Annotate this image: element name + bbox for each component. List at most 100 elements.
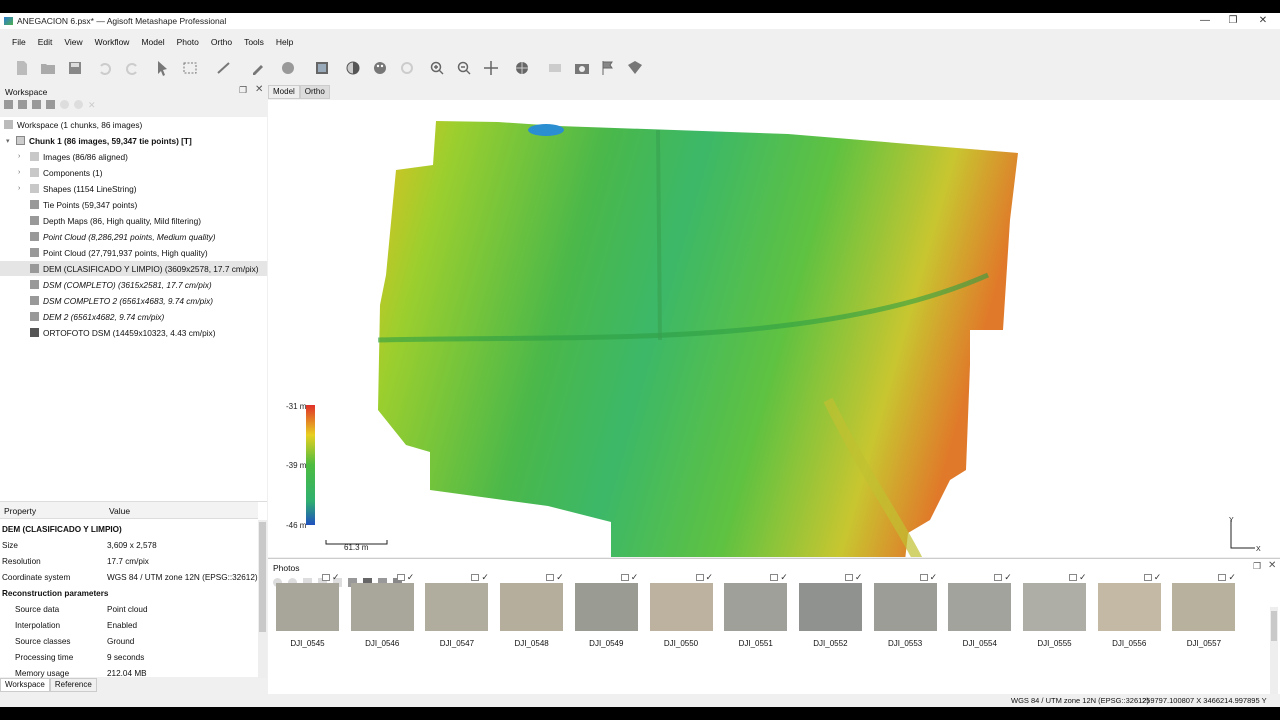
contrast-icon[interactable] [343,58,363,78]
shape-icon[interactable] [312,58,332,78]
menu-help[interactable]: Help [276,37,293,47]
photo-thumbnail[interactable]: ✓ DJI_0550 [649,572,713,648]
properties-scrollbar[interactable] [258,520,267,678]
photos-scrollbar[interactable] [1270,607,1278,707]
tree-item[interactable]: Tie Points (59,347 points) [0,197,267,212]
add-chunk-icon[interactable] [4,100,13,109]
tab-reference[interactable]: Reference [49,678,97,692]
photo-thumbnail[interactable]: ✓ DJI_0551 [724,572,788,648]
ortho-viewport[interactable]: -31 m -39 m -46 m 61.3 m Y X [268,100,1280,557]
draw-icon[interactable] [248,58,268,78]
collapse-chunk-icon[interactable]: ▾ [6,137,10,145]
close-photos-icon[interactable]: ✕ [1268,560,1276,571]
tree-item[interactable]: DEM 2 (6561x4682, 9.74 cm/pix) [0,309,267,324]
tree-item[interactable]: Point Cloud (8,286,291 points, Medium qu… [0,229,267,244]
photo-thumbnail[interactable]: ✓ DJI_0554 [948,572,1012,648]
map-icon[interactable] [625,58,645,78]
photo-checkbox-icon[interactable] [1069,574,1077,581]
expand-icon[interactable]: › [18,185,20,192]
menu-photo[interactable]: Photo [177,37,199,47]
brush-icon[interactable] [278,58,298,78]
open-icon[interactable] [38,58,58,78]
float-panel-icon[interactable]: ❐ [239,85,247,96]
photo-thumbnail[interactable]: ✓ DJI_0548 [500,572,564,648]
globe-icon[interactable] [512,58,532,78]
tree-item[interactable]: DEM (CLASIFICADO Y LIMPIO) (3609x2578, 1… [0,261,267,276]
photo-thumbnail[interactable]: ✓ DJI_0552 [798,572,862,648]
add-photos-icon[interactable] [18,100,27,109]
tree-item[interactable]: Depth Maps (86, High quality, Mild filte… [0,213,267,228]
camera-icon[interactable] [572,58,592,78]
photo-thumbnail[interactable]: ✓ DJI_0546 [350,572,414,648]
image-icon[interactable] [545,58,565,78]
refresh-icon[interactable] [397,58,417,78]
add-folder-icon[interactable] [32,100,41,109]
photo-checkbox-icon[interactable] [471,574,480,581]
photo-thumbnail[interactable]: ✓ DJI_0545 [276,572,340,648]
photo-checkbox-icon[interactable] [396,574,405,581]
photo-checkbox-icon[interactable] [1143,574,1152,581]
new-icon[interactable] [12,58,32,78]
menu-ortho[interactable]: Ortho [211,37,232,47]
photo-checkbox-icon[interactable] [1218,574,1227,581]
tab-ortho[interactable]: Ortho [299,85,330,99]
undo-icon[interactable] [95,58,115,78]
disable-icon[interactable] [74,100,83,109]
rectangle-select-icon[interactable] [180,58,200,78]
zoom-out-icon[interactable] [454,58,474,78]
expand-icon[interactable]: › [18,169,20,176]
photo-checkbox-icon[interactable] [994,574,1003,581]
ruler-icon[interactable] [214,58,234,78]
tree-item[interactable]: DSM (COMPLETO) (3615x2581, 17.7 cm/pix) [0,277,267,292]
restore-button[interactable]: ❐ [1218,13,1248,29]
expand-icon[interactable]: › [18,153,20,160]
tree-root[interactable]: Workspace (1 chunks, 86 images) [0,117,267,132]
tree-item[interactable]: ORTOFOTO DSM (14459x10323, 4.43 cm/pix) [0,325,267,340]
photo-thumbnail[interactable]: ✓ DJI_0553 [873,572,938,648]
palette-icon[interactable] [370,58,390,78]
zoom-in-icon[interactable] [427,58,447,78]
float-photos-icon[interactable]: ❐ [1253,561,1261,572]
tab-workspace[interactable]: Workspace [0,678,50,692]
photo-checkbox-icon[interactable] [546,574,555,581]
photo-thumbnail[interactable]: ✓ DJI_0547 [425,572,489,648]
aligned-check-icon: ✓ [929,572,938,582]
photo-checkbox-icon[interactable] [322,574,330,581]
tree-item[interactable]: › Components (1) [0,165,267,180]
menu-view[interactable]: View [64,37,82,47]
photo-checkbox-icon[interactable] [919,574,928,581]
menu-file[interactable]: File [12,37,26,47]
photo-checkbox-icon[interactable] [620,574,629,581]
tree-item[interactable]: Point Cloud (27,791,937 points, High qua… [0,245,267,260]
menu-tools[interactable]: Tools [244,37,264,47]
menu-model[interactable]: Model [141,37,164,47]
tree-chunk[interactable]: ▾ Chunk 1 (86 images, 59,347 tie points)… [0,133,267,148]
dem-map[interactable]: -31 m -39 m -46 m 61.3 m Y X [268,100,1280,557]
remove-icon[interactable]: ✕ [88,100,97,110]
menu-workflow[interactable]: Workflow [95,37,130,47]
tab-model[interactable]: Model [268,85,300,99]
photo-thumbnail[interactable]: ✓ DJI_0557 [1172,572,1236,648]
close-panel-icon[interactable]: ✕ [255,84,263,95]
add-marker-icon[interactable] [46,100,55,109]
property-value: Enabled [107,621,138,630]
photo-checkbox-icon[interactable] [844,574,853,581]
photo-checkbox-icon[interactable] [770,574,779,581]
tree-item[interactable]: DSM COMPLETO 2 (6561x4683, 9.74 cm/pix) [0,293,267,308]
photo-thumbnail[interactable]: ✓ DJI_0556 [1097,572,1161,648]
redo-icon[interactable] [122,58,142,78]
menu-edit[interactable]: Edit [38,37,53,47]
save-icon[interactable] [65,58,85,78]
photo-thumbnail[interactable]: ✓ DJI_0549 [574,572,638,648]
flag-icon[interactable] [598,58,618,78]
property-row: Size 3,609 x 2,578 [0,538,258,554]
enable-icon[interactable] [60,100,69,109]
move-icon[interactable] [481,58,501,78]
photo-thumbnail[interactable]: ✓ DJI_0555 [1023,572,1087,648]
minimize-button[interactable]: — [1190,13,1220,29]
tree-item[interactable]: › Shapes (1154 LineString) [0,181,267,196]
photo-checkbox-icon[interactable] [695,574,704,581]
navigation-icon[interactable] [152,58,172,78]
tree-item[interactable]: › Images (86/86 aligned) [0,149,267,164]
close-button[interactable]: ✕ [1248,13,1278,29]
